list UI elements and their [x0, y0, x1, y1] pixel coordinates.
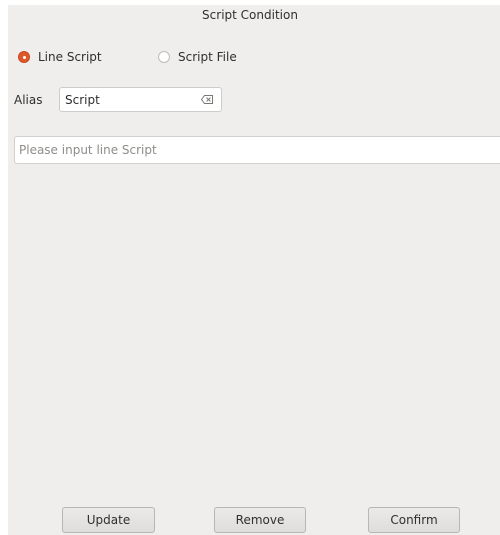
remove-button[interactable]: Remove — [214, 507, 306, 533]
dialog-title: Script Condition — [202, 8, 298, 22]
line-script-input[interactable]: Please input line Script — [14, 136, 500, 164]
radio-unchecked-icon — [158, 51, 170, 63]
clear-text-icon[interactable] — [199, 94, 215, 106]
radio-checked-icon — [18, 51, 30, 63]
dialog-panel — [8, 5, 500, 535]
update-button[interactable]: Update — [62, 507, 155, 533]
alias-input[interactable]: Script — [59, 87, 222, 112]
alias-label: Alias — [14, 93, 43, 107]
line-script-label: Line Script — [38, 50, 102, 64]
line-script-radio[interactable]: Line Script — [18, 50, 102, 64]
line-script-placeholder: Please input line Script — [19, 143, 157, 157]
script-file-radio[interactable]: Script File — [158, 50, 237, 64]
script-condition-dialog: Script Condition Line Script Script File… — [0, 0, 500, 535]
script-file-label: Script File — [178, 50, 237, 64]
confirm-button[interactable]: Confirm — [368, 507, 460, 533]
alias-input-value: Script — [65, 92, 100, 107]
